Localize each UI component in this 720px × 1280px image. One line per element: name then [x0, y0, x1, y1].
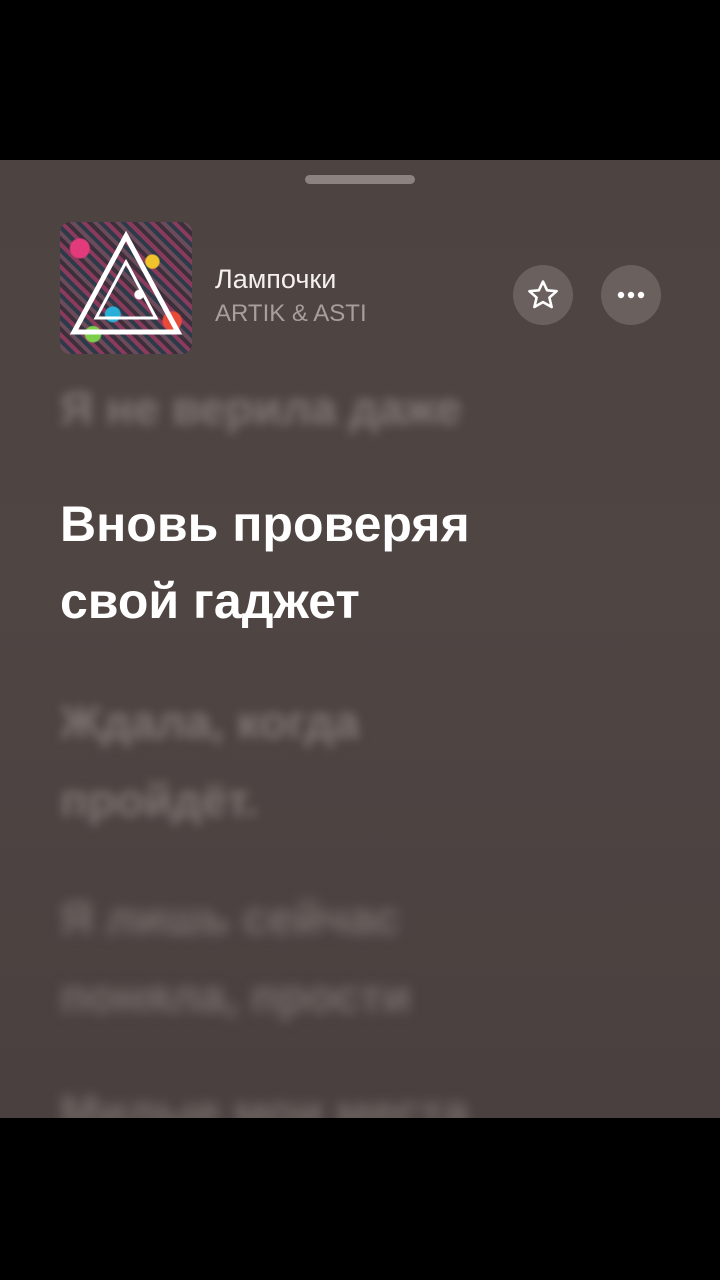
- lyric-line-next-3[interactable]: Милые мои места: [60, 1072, 469, 1118]
- track-title: Лампочки: [215, 264, 337, 294]
- more-options-button[interactable]: [601, 265, 661, 325]
- lyric-next1-line-1: Ждала, когда: [60, 696, 360, 748]
- lyrics-sheet: Лампочки ARTIK & ASTI Я не верила даже В…: [0, 160, 720, 1118]
- sheet-grabber-handle[interactable]: [305, 175, 415, 184]
- lyric-current-line-1: Вновь проверяя: [60, 496, 470, 552]
- favorite-button[interactable]: [513, 265, 573, 325]
- album-cover[interactable]: [60, 222, 192, 354]
- star-outline-icon: [528, 280, 558, 309]
- ellipsis-icon: [617, 291, 645, 299]
- lyric-next1-line-2: пройдёт.: [60, 774, 259, 826]
- track-artist[interactable]: ARTIK & ASTI: [215, 300, 367, 328]
- lyric-current-line-2: свой гаджет: [60, 573, 360, 629]
- lyric-line-previous[interactable]: Я не верила даже: [60, 368, 462, 448]
- cover-triangle-icon: [69, 230, 183, 335]
- lyric-next2-line-1: Я лишь сейчас: [60, 892, 401, 944]
- lyric-next2-line-2: поняла, прости: [60, 970, 411, 1022]
